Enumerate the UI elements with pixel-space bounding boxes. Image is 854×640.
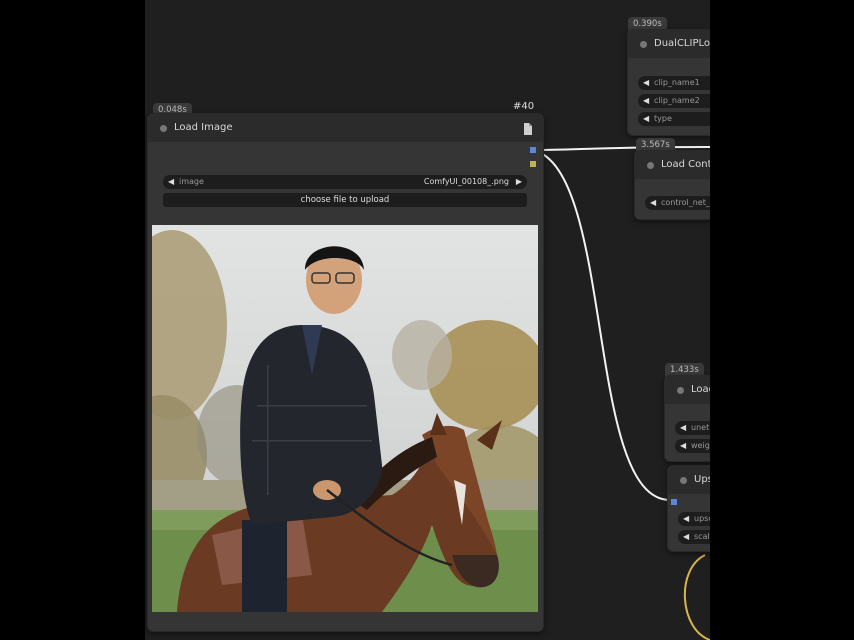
load-image-node-id: #40 [513, 101, 535, 112]
upscale-method-widget[interactable]: ◀ upsc [678, 512, 710, 526]
collapse-dot[interactable] [677, 387, 684, 394]
dual-clip-loader-node[interactable]: DualCLIPLoa ◀ clip_name1 ◀ clip_name2 ◀ … [627, 29, 710, 136]
prev-arrow-icon[interactable]: ◀ [683, 530, 689, 544]
type-widget[interactable]: ◀ type [638, 112, 710, 126]
upscale-method-label: upsc [694, 514, 710, 523]
image-widget-value: ComfyUI_00108_.png [423, 177, 509, 186]
yellow-link [684, 554, 710, 640]
collapse-dot[interactable] [647, 162, 654, 169]
load-unet-node[interactable]: Load ◀ unet ◀ weig [664, 375, 710, 462]
prev-arrow-icon[interactable]: ◀ [643, 112, 649, 126]
clip-name1-widget[interactable]: ◀ clip_name1 [638, 76, 710, 90]
control-net-widget[interactable]: ◀ control_net_ [645, 196, 710, 210]
next-arrow-icon[interactable]: ▶ [516, 175, 522, 189]
prev-arrow-icon[interactable]: ◀ [680, 439, 686, 453]
scale-widget[interactable]: ◀ scale [678, 530, 710, 544]
load-image-title-bar[interactable]: Load Image [148, 114, 543, 142]
unet-label: unet [691, 423, 710, 432]
image-preview [152, 225, 538, 612]
collapse-dot[interactable] [160, 125, 167, 132]
prev-arrow-icon[interactable]: ◀ [643, 76, 649, 90]
clip-name2-label: clip_name2 [654, 96, 700, 105]
type-label: type [654, 114, 672, 123]
upscale-node[interactable]: Ups ◀ upsc ◀ scale [667, 465, 710, 552]
document-icon [524, 123, 532, 135]
weight-label: weig [691, 441, 710, 450]
load-title: Load [691, 384, 710, 395]
prev-arrow-icon[interactable]: ◀ [650, 196, 656, 210]
prev-arrow-icon[interactable]: ◀ [643, 94, 649, 108]
image-output-socket[interactable] [530, 147, 536, 153]
image-select-widget[interactable]: ◀ image ComfyUI_00108_.png ▶ [163, 175, 527, 189]
prev-arrow-icon[interactable]: ◀ [680, 421, 686, 435]
collapse-dot[interactable] [640, 41, 647, 48]
control-net-label: control_net_ [661, 198, 710, 207]
load-title-bar[interactable]: Load [665, 376, 710, 404]
weight-widget[interactable]: ◀ weig [675, 439, 710, 453]
clip-name1-label: clip_name1 [654, 78, 700, 87]
prev-arrow-icon[interactable]: ◀ [683, 512, 689, 526]
clip-name2-widget[interactable]: ◀ clip_name2 [638, 94, 710, 108]
load-controlnet-node[interactable]: Load Contr ◀ control_net_ [634, 150, 710, 220]
collapse-dot[interactable] [680, 477, 687, 484]
prev-arrow-icon[interactable]: ◀ [168, 175, 174, 189]
choose-file-button[interactable]: choose file to upload [163, 193, 527, 207]
graph-canvas[interactable]: 0.048s #40 Load Image ◀ image ComfyUI_00… [145, 0, 710, 640]
upscale-title-bar[interactable]: Ups [668, 466, 710, 494]
dual-clip-title: DualCLIPLoa [654, 38, 710, 49]
load-image-node[interactable]: Load Image ◀ image ComfyUI_00108_.png ▶ … [147, 113, 544, 632]
load-control-title: Load Contr [661, 159, 710, 170]
scale-label: scale [694, 532, 710, 541]
load-image-title: Load Image [174, 122, 233, 133]
dual-clip-title-bar[interactable]: DualCLIPLoa [628, 30, 710, 58]
unet-widget[interactable]: ◀ unet [675, 421, 710, 435]
load-control-title-bar[interactable]: Load Contr [635, 151, 710, 179]
mask-output-socket[interactable] [530, 161, 536, 167]
image-widget-label: image [179, 177, 204, 186]
upscale-image-input-socket[interactable] [671, 499, 677, 505]
upscale-title: Ups [694, 474, 710, 485]
